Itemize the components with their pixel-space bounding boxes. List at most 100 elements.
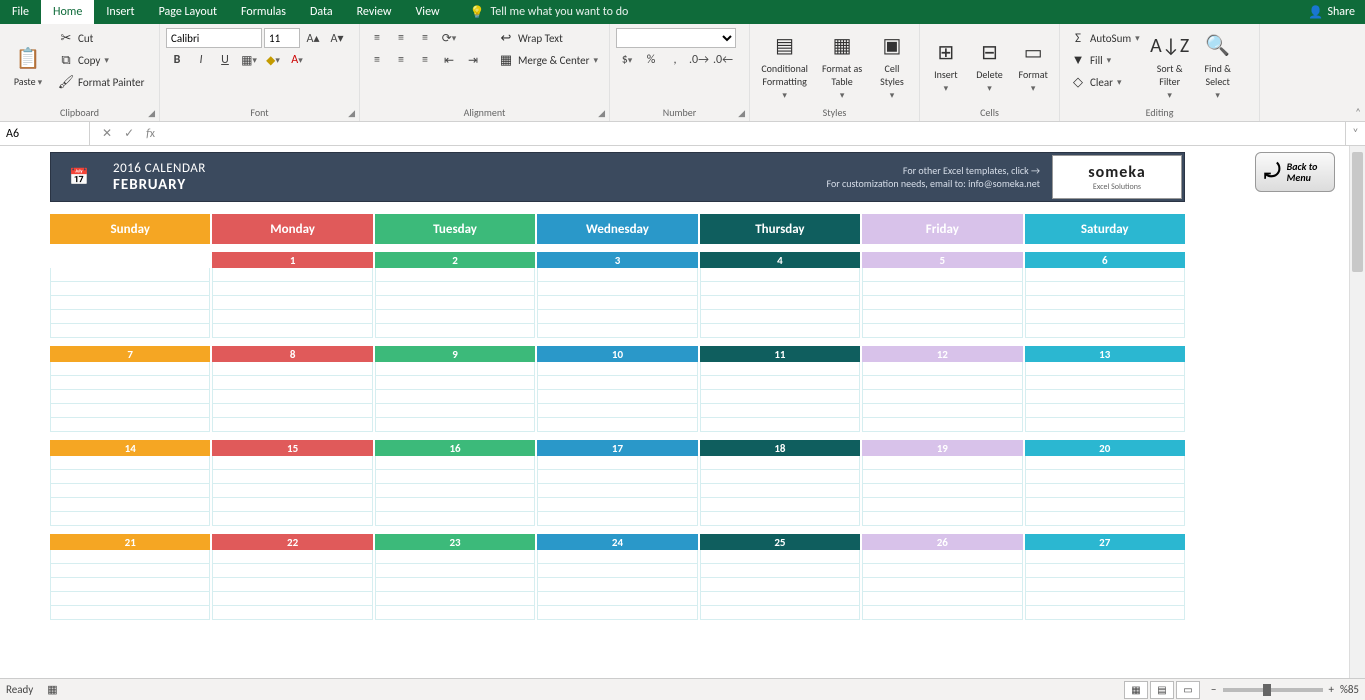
- enter-formula-button[interactable]: ✓: [120, 126, 138, 141]
- cut-button[interactable]: ✂Cut: [54, 28, 148, 48]
- slot[interactable]: [700, 498, 860, 512]
- slot[interactable]: [212, 404, 372, 418]
- slot[interactable]: [862, 390, 1022, 404]
- slot[interactable]: [1025, 578, 1185, 592]
- slot[interactable]: [862, 324, 1022, 338]
- decrease-indent-button[interactable]: ⇤: [438, 50, 460, 70]
- vertical-scrollbar[interactable]: [1349, 146, 1365, 678]
- slot[interactable]: [375, 512, 535, 526]
- slot[interactable]: [537, 418, 697, 432]
- slot[interactable]: [1025, 324, 1185, 338]
- slot[interactable]: [50, 268, 210, 282]
- slot[interactable]: [212, 362, 372, 376]
- day-cell[interactable]: 22: [212, 534, 372, 620]
- slot[interactable]: [537, 310, 697, 324]
- fill-color-button[interactable]: ◆: [262, 50, 284, 70]
- slot[interactable]: [537, 296, 697, 310]
- slot[interactable]: [862, 418, 1022, 432]
- slot[interactable]: [1025, 310, 1185, 324]
- slot[interactable]: [375, 498, 535, 512]
- slot[interactable]: [375, 470, 535, 484]
- slot[interactable]: [375, 418, 535, 432]
- clear-button[interactable]: ◇Clear: [1066, 72, 1144, 92]
- clipboard-launcher[interactable]: ◢: [148, 108, 155, 119]
- slot[interactable]: [1025, 484, 1185, 498]
- slot[interactable]: [700, 418, 860, 432]
- align-top-button[interactable]: ≡: [366, 28, 388, 48]
- slot[interactable]: [1025, 550, 1185, 564]
- align-right-button[interactable]: ≡: [414, 50, 436, 70]
- slot[interactable]: [537, 362, 697, 376]
- slot[interactable]: [1025, 606, 1185, 620]
- slot[interactable]: [700, 564, 860, 578]
- format-cells-button[interactable]: ▭Format: [1013, 28, 1053, 104]
- day-cell[interactable]: 24: [537, 534, 697, 620]
- day-cell[interactable]: 10: [537, 346, 697, 432]
- slot[interactable]: [1025, 390, 1185, 404]
- name-box[interactable]: A6: [0, 122, 90, 145]
- slot[interactable]: [50, 324, 210, 338]
- slot[interactable]: [700, 376, 860, 390]
- day-cell[interactable]: 5: [862, 252, 1022, 338]
- slot[interactable]: [375, 550, 535, 564]
- slot[interactable]: [700, 268, 860, 282]
- day-cell[interactable]: 15: [212, 440, 372, 526]
- day-cell[interactable]: 19: [862, 440, 1022, 526]
- zoom-out-button[interactable]: −: [1211, 683, 1216, 696]
- slot[interactable]: [50, 592, 210, 606]
- day-cell[interactable]: 21: [50, 534, 210, 620]
- day-cell[interactable]: 7: [50, 346, 210, 432]
- day-cell[interactable]: 4: [700, 252, 860, 338]
- slot[interactable]: [212, 376, 372, 390]
- tab-insert[interactable]: Insert: [94, 0, 146, 24]
- slot[interactable]: [862, 578, 1022, 592]
- view-normal-button[interactable]: ▦: [1124, 681, 1148, 699]
- font-color-button[interactable]: A: [286, 50, 308, 70]
- slot[interactable]: [700, 578, 860, 592]
- font-size-input[interactable]: [264, 28, 300, 48]
- find-select-button[interactable]: 🔍Find & Select: [1196, 28, 1240, 104]
- autosum-button[interactable]: ΣAutoSum: [1066, 28, 1144, 48]
- increase-indent-button[interactable]: ⇥: [462, 50, 484, 70]
- bold-button[interactable]: B: [166, 50, 188, 70]
- zoom-in-button[interactable]: +: [1329, 683, 1334, 696]
- day-cell[interactable]: 2: [375, 252, 535, 338]
- slot[interactable]: [50, 578, 210, 592]
- day-cell[interactable]: 3: [537, 252, 697, 338]
- slot[interactable]: [862, 282, 1022, 296]
- cancel-formula-button[interactable]: ✕: [98, 126, 116, 141]
- worksheet-area[interactable]: 📅 2016 CALENDAR FEBRUARY For other Excel…: [0, 146, 1365, 678]
- slot[interactable]: [537, 268, 697, 282]
- slot[interactable]: [1025, 564, 1185, 578]
- orientation-button[interactable]: ⟳: [438, 28, 460, 48]
- cell-styles-button[interactable]: ▣Cell Styles: [871, 28, 913, 104]
- view-page-break-button[interactable]: ▭: [1176, 681, 1200, 699]
- back-to-menu-button[interactable]: ⤾ Back toMenu: [1255, 152, 1335, 192]
- slot[interactable]: [862, 470, 1022, 484]
- slot[interactable]: [375, 484, 535, 498]
- someka-logo[interactable]: somekaExcel Solutions: [1052, 155, 1182, 199]
- day-cell[interactable]: 6: [1025, 252, 1185, 338]
- insert-function-button[interactable]: fx: [142, 127, 159, 141]
- slot[interactable]: [700, 282, 860, 296]
- slot[interactable]: [50, 376, 210, 390]
- slot[interactable]: [375, 592, 535, 606]
- slot[interactable]: [537, 512, 697, 526]
- day-cell[interactable]: 8: [212, 346, 372, 432]
- slot[interactable]: [862, 310, 1022, 324]
- slot[interactable]: [537, 404, 697, 418]
- slot[interactable]: [700, 550, 860, 564]
- slot[interactable]: [700, 362, 860, 376]
- day-cell[interactable]: [50, 252, 210, 338]
- slot[interactable]: [1025, 282, 1185, 296]
- tab-home[interactable]: Home: [41, 0, 94, 24]
- slot[interactable]: [537, 498, 697, 512]
- slot[interactable]: [375, 282, 535, 296]
- day-cell[interactable]: 9: [375, 346, 535, 432]
- slot[interactable]: [537, 456, 697, 470]
- slot[interactable]: [1025, 512, 1185, 526]
- slot[interactable]: [862, 456, 1022, 470]
- copy-button[interactable]: ⧉Copy: [54, 50, 148, 70]
- slot[interactable]: [537, 376, 697, 390]
- day-cell[interactable]: 11: [700, 346, 860, 432]
